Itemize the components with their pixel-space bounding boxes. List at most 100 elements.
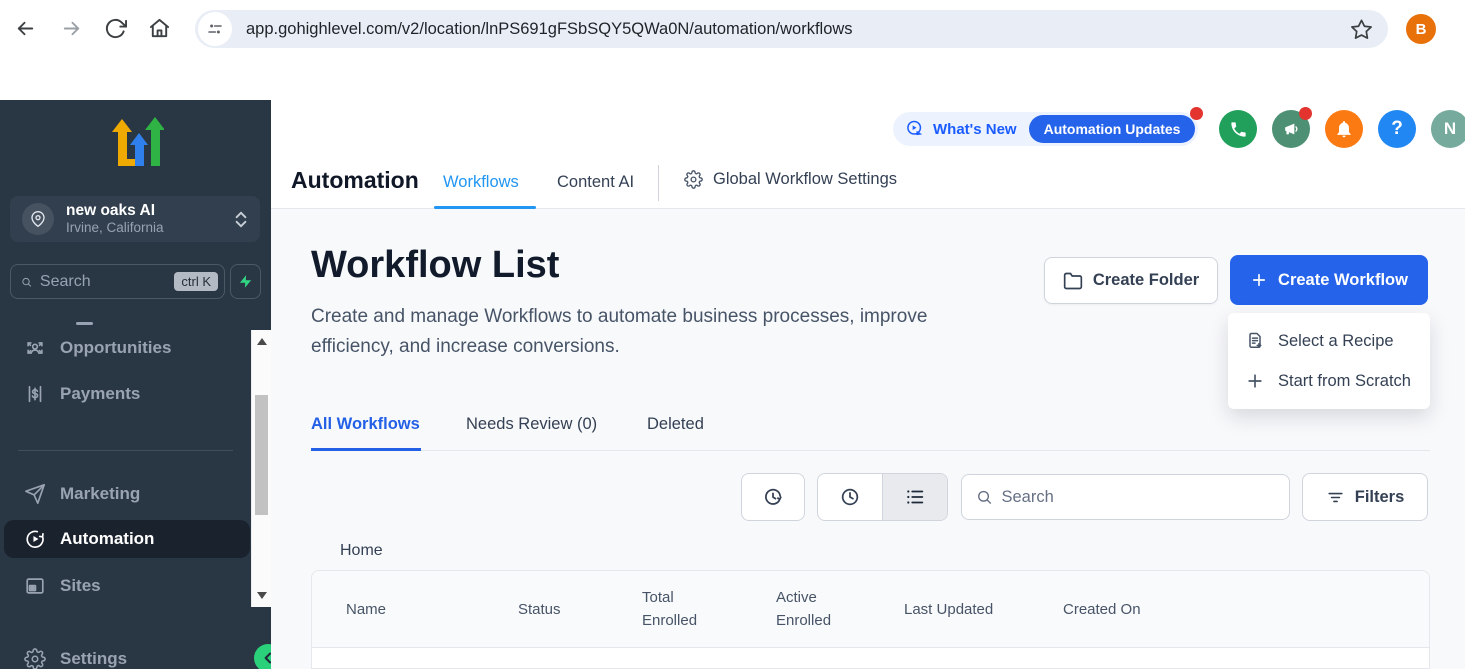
scrolled-item-partial bbox=[76, 322, 93, 325]
account-location: Irvine, California bbox=[66, 220, 234, 236]
shortcut-chip: ctrl K bbox=[174, 272, 218, 291]
account-name: new oaks AI bbox=[66, 202, 234, 220]
menu-item-start-from-scratch[interactable]: Start from Scratch bbox=[1228, 361, 1430, 401]
sidebar-search[interactable]: ctrl K bbox=[10, 264, 225, 299]
sidebar-item-label: Sites bbox=[60, 576, 101, 596]
sidebar-item-sites[interactable]: Sites bbox=[24, 570, 101, 602]
browser-profile-avatar[interactable]: B bbox=[1406, 14, 1436, 44]
header-divider bbox=[658, 165, 659, 201]
history-clock-icon bbox=[762, 486, 784, 508]
bolt-icon bbox=[238, 274, 253, 289]
forward-icon[interactable] bbox=[60, 17, 83, 40]
automation-updates-badge[interactable]: Automation Updates bbox=[1029, 115, 1196, 143]
sidebar-item-label: Opportunities bbox=[60, 338, 171, 358]
app-header: Automation Workflows Content AI Global W… bbox=[271, 100, 1465, 209]
bell-icon bbox=[1334, 119, 1354, 139]
search-icon bbox=[976, 488, 992, 506]
column-header-last-updated[interactable]: Last Updated bbox=[904, 598, 1063, 621]
sidebar-item-payments[interactable]: Payments bbox=[24, 378, 140, 410]
view-toggle-group bbox=[817, 473, 948, 521]
sidebar-item-label: Marketing bbox=[60, 484, 140, 504]
sidebar-item-label: Payments bbox=[60, 384, 140, 404]
automation-icon bbox=[24, 528, 46, 550]
menu-item-label: Select a Recipe bbox=[1278, 332, 1394, 351]
tab-workflows[interactable]: Workflows bbox=[443, 173, 519, 192]
payments-icon bbox=[24, 383, 46, 405]
column-header-active-enrolled[interactable]: Active Enrolled bbox=[776, 586, 856, 632]
table-header-row: Name Status Total Enrolled Active Enroll… bbox=[312, 571, 1429, 648]
table-row bbox=[312, 648, 1429, 669]
tabs-bottom-border bbox=[311, 450, 1430, 451]
plus-icon bbox=[1250, 271, 1268, 289]
gohighlevel-logo bbox=[108, 113, 164, 171]
workflow-search[interactable] bbox=[961, 474, 1290, 520]
notifications-button[interactable] bbox=[1325, 110, 1363, 148]
column-header-created-on[interactable]: Created On bbox=[1063, 598, 1141, 621]
clock-icon bbox=[839, 486, 861, 508]
global-workflow-settings-label: Global Workflow Settings bbox=[713, 170, 897, 189]
plus-icon bbox=[1245, 371, 1265, 391]
filters-button[interactable]: Filters bbox=[1302, 473, 1428, 521]
sidebar-item-opportunities[interactable]: Opportunities bbox=[24, 332, 171, 364]
tab-needs-review[interactable]: Needs Review (0) bbox=[466, 415, 597, 434]
url-text[interactable]: app.gohighlevel.com/v2/location/lnPS691g… bbox=[246, 20, 1350, 39]
tab-deleted[interactable]: Deleted bbox=[647, 415, 704, 434]
filters-label: Filters bbox=[1355, 488, 1405, 507]
scrollbar-thumb[interactable] bbox=[255, 395, 268, 515]
section-description: Create and manage Workflows to automate … bbox=[311, 302, 1011, 362]
recent-view-button[interactable] bbox=[818, 474, 882, 520]
refresh-icon[interactable] bbox=[104, 17, 127, 40]
help-button[interactable]: ? bbox=[1378, 110, 1416, 148]
workflow-table: Name Status Total Enrolled Active Enroll… bbox=[311, 570, 1430, 669]
create-workflow-button[interactable]: Create Workflow bbox=[1230, 255, 1428, 305]
bookmarks-bar: All Bookmarks bbox=[0, 56, 1465, 100]
sidebar-item-marketing[interactable]: Marketing bbox=[24, 478, 140, 510]
account-switcher[interactable]: new oaks AI Irvine, California bbox=[10, 196, 260, 242]
bookmark-star-icon[interactable] bbox=[1350, 18, 1373, 41]
whats-new-pill[interactable]: What's New Automation Updates bbox=[893, 112, 1198, 146]
announcements-button[interactable] bbox=[1272, 110, 1310, 148]
list-icon bbox=[904, 486, 926, 508]
menu-item-label: Start from Scratch bbox=[1278, 372, 1411, 391]
sidebar-search-input[interactable] bbox=[40, 273, 174, 291]
list-view-button[interactable] bbox=[882, 474, 947, 520]
announcements-alert-dot bbox=[1299, 107, 1312, 120]
sidebar-item-settings[interactable]: Settings bbox=[24, 643, 127, 669]
global-workflow-settings-link[interactable]: Global Workflow Settings bbox=[684, 170, 897, 189]
section-heading: Workflow List bbox=[311, 244, 559, 287]
create-workflow-label: Create Workflow bbox=[1278, 271, 1408, 290]
recipe-icon bbox=[1245, 331, 1265, 351]
user-avatar[interactable]: N bbox=[1431, 110, 1465, 148]
back-icon[interactable] bbox=[14, 17, 37, 40]
sidebar-item-automation[interactable]: Automation bbox=[4, 520, 250, 558]
tab-all-workflows[interactable]: All Workflows bbox=[311, 415, 420, 434]
phone-button[interactable] bbox=[1219, 110, 1257, 148]
workflow-search-input[interactable] bbox=[1001, 488, 1275, 507]
scroll-up-icon[interactable] bbox=[257, 338, 267, 345]
address-bar[interactable]: app.gohighlevel.com/v2/location/lnPS691g… bbox=[195, 10, 1388, 48]
opportunities-icon bbox=[24, 337, 46, 359]
column-header-status[interactable]: Status bbox=[518, 598, 642, 621]
page: app.gohighlevel.com/v2/location/lnPS691g… bbox=[0, 0, 1465, 669]
enrollment-history-button[interactable] bbox=[741, 473, 805, 521]
active-subtab-underline bbox=[311, 448, 421, 451]
create-workflow-dropdown: Select a Recipe Start from Scratch bbox=[1228, 313, 1430, 409]
filter-lines-icon bbox=[1326, 488, 1345, 507]
breadcrumb-home[interactable]: Home bbox=[340, 542, 383, 560]
folder-icon bbox=[1063, 271, 1083, 291]
sidebar-item-label: Settings bbox=[60, 649, 127, 669]
quick-actions-button[interactable] bbox=[230, 264, 261, 299]
scroll-down-icon[interactable] bbox=[257, 592, 267, 599]
sidebar-scrollbar[interactable] bbox=[251, 330, 271, 607]
avatar-initial: N bbox=[1444, 119, 1456, 139]
tab-content-ai[interactable]: Content AI bbox=[557, 173, 634, 192]
site-info-icon[interactable] bbox=[198, 12, 232, 46]
create-folder-button[interactable]: Create Folder bbox=[1044, 257, 1218, 304]
home-icon[interactable] bbox=[148, 17, 171, 40]
page-title: Automation bbox=[291, 167, 419, 194]
menu-item-select-recipe[interactable]: Select a Recipe bbox=[1228, 321, 1430, 361]
column-header-total-enrolled[interactable]: Total Enrolled bbox=[642, 586, 722, 632]
column-header-name[interactable]: Name bbox=[346, 598, 518, 621]
create-folder-label: Create Folder bbox=[1093, 271, 1199, 290]
marketing-icon bbox=[24, 483, 46, 505]
